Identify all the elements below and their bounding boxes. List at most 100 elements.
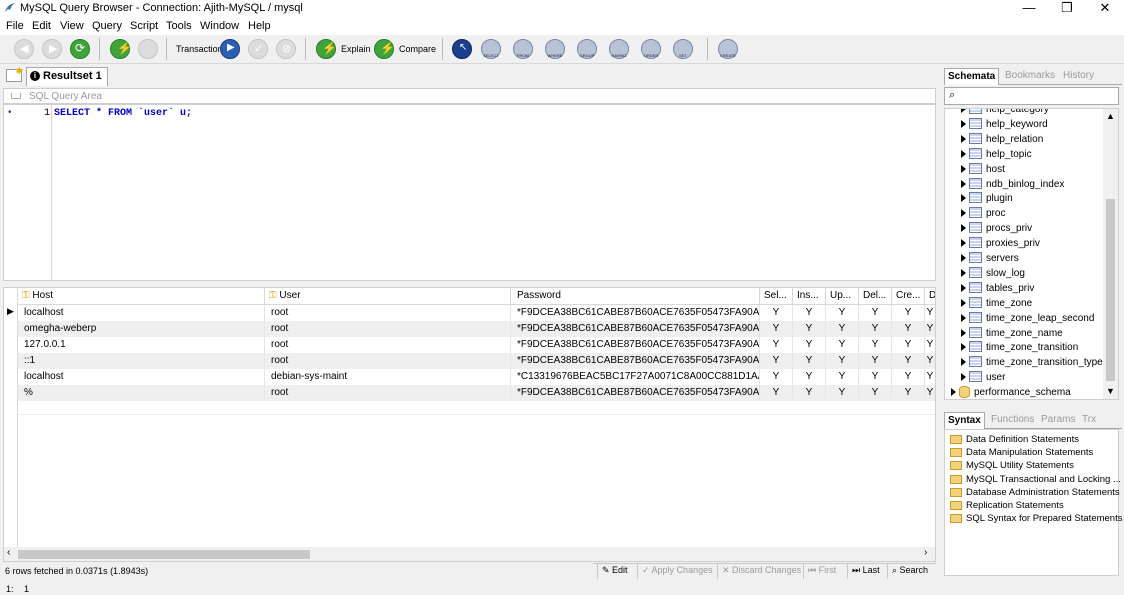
schema-tree[interactable]: help_category help_keyword help_relation he… [944, 108, 1119, 400]
table-row[interactable]: % root *F9DCEA38BC61CABE87B60ACE7635F05473… [18, 385, 935, 401]
table-cell[interactable]: Y [859, 353, 892, 369]
syntax-category-item[interactable]: SQL Syntax for Prepared Statements [945, 512, 1122, 525]
select-clause-icon[interactable]: SELECT [481, 39, 501, 59]
tree-item-table[interactable]: host [945, 161, 1103, 176]
tree-item-table[interactable]: help_category [945, 109, 1103, 116]
tree-item-table[interactable]: procs_priv [945, 220, 1103, 235]
scroll-right-icon[interactable]: › [924, 547, 927, 558]
collapse-icon[interactable] [11, 93, 21, 99]
syntax-category-item[interactable]: MySQL Transactional and Locking ... [945, 473, 1121, 486]
table-cell[interactable]: Y [859, 385, 892, 401]
tab-syntax[interactable]: Syntax [944, 412, 985, 429]
sql-query-text[interactable]: SELECT * FROM `user` u; [54, 108, 192, 119]
tab-resultset-1[interactable]: i Resultset 1 [26, 67, 108, 86]
last-button[interactable]: ⏭ Last [847, 563, 884, 579]
syntax-category-item[interactable]: Replication Statements [945, 499, 1118, 512]
tree-item-table[interactable]: slow_log [945, 265, 1103, 280]
table-cell[interactable]: root [265, 321, 511, 337]
table-cell[interactable]: 127.0.0.1 [18, 337, 265, 353]
table-cell[interactable]: Y [793, 353, 826, 369]
sql-editor[interactable]: • 1 SELECT * FROM `user` u; [3, 104, 936, 281]
set-clause-icon[interactable]: SET [673, 39, 693, 59]
expand-arrow-icon[interactable] [961, 209, 966, 218]
compare-icon[interactable]: ⚡ [374, 39, 395, 59]
table-cell[interactable]: omegha-weberp [18, 321, 265, 337]
table-cell[interactable]: Y [793, 321, 826, 337]
tab-functions[interactable]: Functions [991, 414, 1034, 425]
menu-query[interactable]: Query [92, 20, 122, 32]
column-header-update-priv[interactable]: Up... [826, 288, 859, 305]
table-cell[interactable]: Y [826, 385, 859, 401]
tab-trx[interactable]: Trx [1082, 414, 1096, 425]
expand-arrow-icon[interactable] [961, 298, 966, 307]
tab-bookmarks[interactable]: Bookmarks [1005, 70, 1055, 81]
horizontal-scrollbar[interactable]: ‹ › [4, 547, 935, 561]
table-cell[interactable]: Y [925, 385, 935, 401]
explain-label[interactable]: Explain [341, 44, 371, 54]
execute-icon[interactable]: ⚡ [110, 39, 132, 59]
column-header-host[interactable]: ⚿ Host [18, 288, 265, 305]
column-header-password[interactable]: Password [511, 288, 760, 305]
table-cell[interactable]: Y [892, 321, 925, 337]
table-row[interactable]: localhost debian-sys-maint *C13319676BEAC5… [18, 369, 935, 385]
discard-changes-button[interactable]: ✕ Discard Changes [717, 563, 805, 579]
tree-item-table[interactable]: time_zone_transition_type [945, 354, 1103, 369]
menu-file[interactable]: File [6, 20, 24, 32]
expand-arrow-icon[interactable] [961, 179, 966, 188]
table-cell[interactable]: Y [760, 305, 793, 321]
apply-changes-button[interactable]: ✓ Apply Changes [637, 563, 717, 579]
where-clause-icon[interactable]: WHERE [545, 39, 565, 59]
expand-arrow-icon[interactable] [961, 283, 966, 292]
tree-item-table[interactable]: time_zone_leap_second [945, 310, 1103, 325]
table-row[interactable]: 127.0.0.1 root *F9DCEA38BC61CABE87B60ACE76… [18, 337, 935, 353]
scroll-left-icon[interactable]: ‹ [7, 547, 10, 558]
table-cell[interactable]: Y [826, 305, 859, 321]
table-cell[interactable]: Y [925, 321, 935, 337]
menu-help[interactable]: Help [248, 20, 271, 32]
scroll-down-icon[interactable]: ▼ [1106, 386, 1115, 396]
commit-icon[interactable]: ✓ [248, 39, 268, 59]
table-cell[interactable]: Y [793, 369, 826, 385]
table-cell[interactable]: root [265, 305, 511, 321]
table-cell[interactable]: Y [925, 369, 935, 385]
tree-item-table[interactable]: user [945, 369, 1103, 384]
table-cell[interactable]: Y [826, 353, 859, 369]
group-clause-icon[interactable]: GROUP [577, 39, 597, 59]
tree-item-table[interactable]: proxies_priv [945, 235, 1103, 250]
column-header-select-priv[interactable]: Sel... [760, 288, 793, 305]
order-clause-icon[interactable]: ORDER [641, 39, 661, 59]
table-cell[interactable]: Y [760, 337, 793, 353]
table-cell[interactable]: Y [793, 305, 826, 321]
edit-button[interactable]: ✎ Edit [597, 563, 632, 579]
table-cell[interactable]: Y [925, 337, 935, 353]
tree-item-table[interactable]: ndb_binlog_index [945, 176, 1103, 191]
from-clause-icon[interactable]: FROM [513, 39, 533, 59]
table-cell[interactable]: Y [892, 305, 925, 321]
table-cell[interactable]: *F9DCEA38BC61CABE87B60ACE7635F05473FA90A… [511, 353, 760, 369]
expand-arrow-icon[interactable] [961, 109, 966, 113]
expand-arrow-icon[interactable] [961, 134, 966, 143]
syntax-list[interactable]: Data Definition Statements Data Manipulat… [944, 429, 1122, 576]
syntax-category-item[interactable]: Database Administration Statements [945, 486, 1120, 499]
menu-script[interactable]: Script [130, 20, 158, 32]
having-clause-icon[interactable]: HAVING [609, 39, 629, 59]
table-row[interactable]: ::1 root *F9DCEA38BC61CABE87B60ACE7635F054… [18, 353, 935, 369]
table-cell[interactable]: Y [760, 385, 793, 401]
tree-item-table[interactable]: help_keyword [945, 116, 1103, 131]
expand-arrow-icon[interactable] [961, 254, 966, 262]
expand-arrow-icon[interactable] [961, 313, 966, 322]
table-cell[interactable]: Y [892, 385, 925, 401]
column-header-delete-priv[interactable]: Del... [859, 288, 892, 305]
results-grid[interactable]: ▶ ⚿ Host ⚿ User Password Sel... Ins... U… [3, 287, 936, 562]
expand-arrow-icon[interactable] [961, 194, 966, 203]
menu-edit[interactable]: Edit [32, 20, 51, 32]
syntax-category-item[interactable]: Data Definition Statements [945, 433, 1118, 446]
syntax-category-item[interactable]: Data Manipulation Statements [945, 446, 1118, 459]
table-cell[interactable]: Y [760, 369, 793, 385]
create-icon[interactable]: CREATE [718, 39, 738, 59]
search-button[interactable]: ⌕ Search [887, 563, 932, 579]
expand-arrow-icon[interactable] [961, 224, 966, 233]
expand-arrow-icon[interactable] [961, 239, 966, 248]
tree-item-table[interactable]: time_zone [945, 295, 1103, 310]
expand-arrow-icon[interactable] [961, 343, 966, 352]
